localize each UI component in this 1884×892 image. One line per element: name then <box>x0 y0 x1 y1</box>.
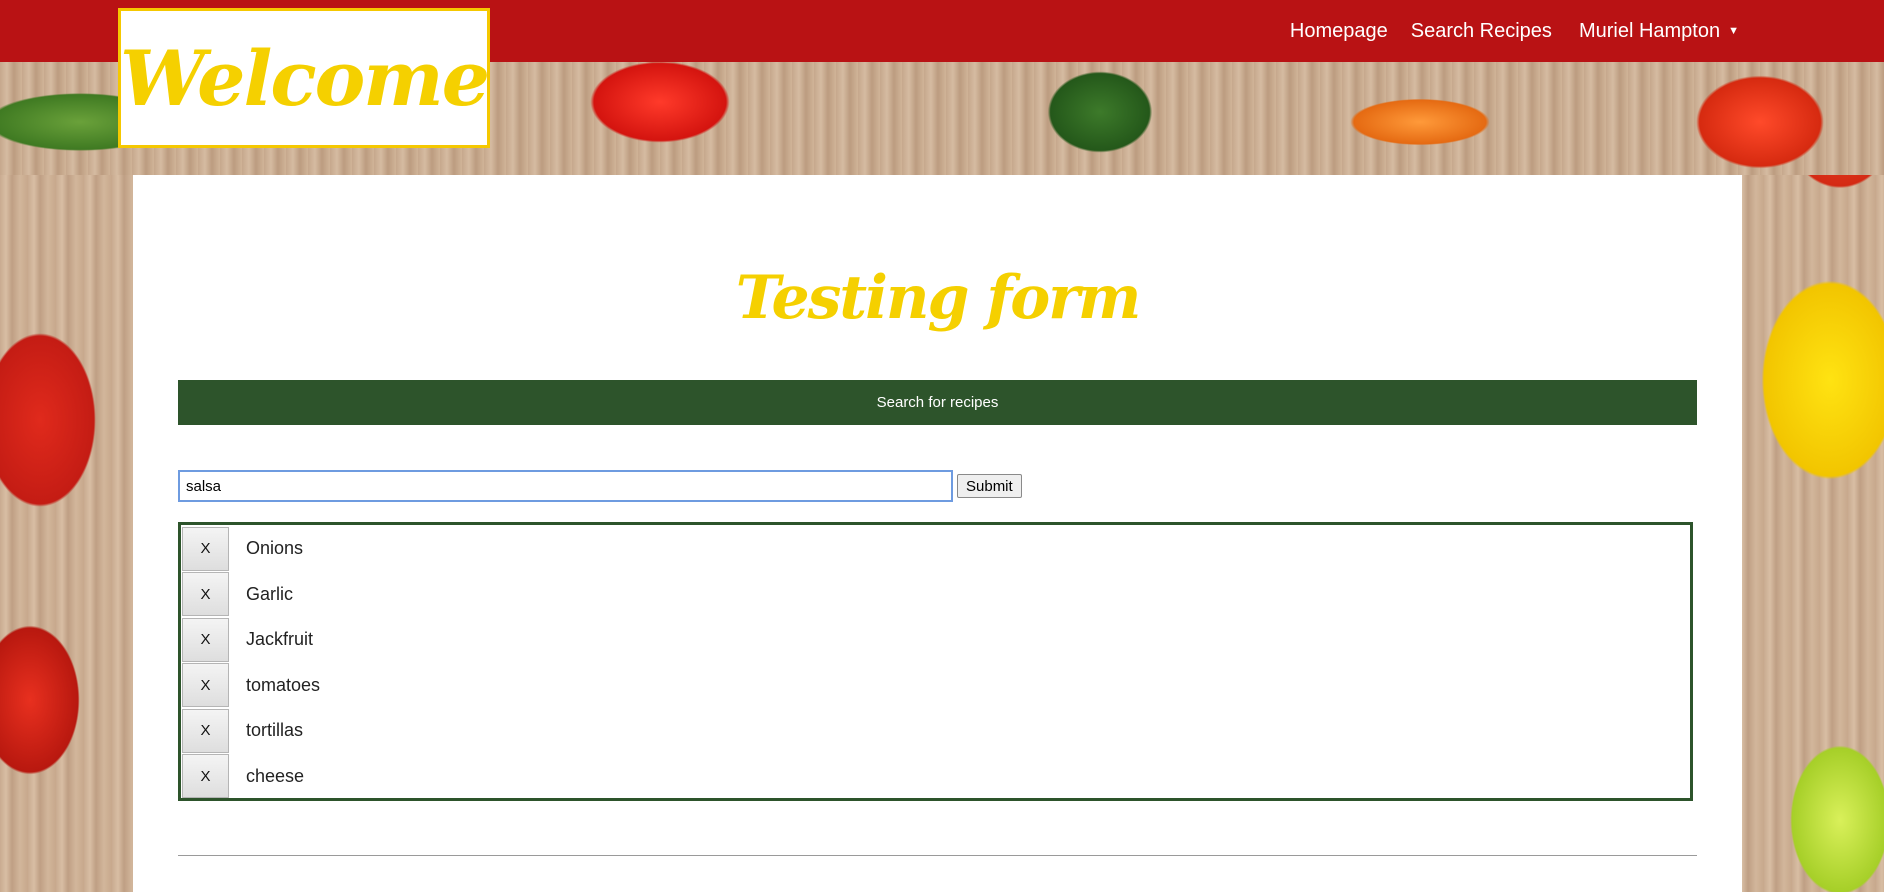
ingredient-name: cheese <box>246 765 305 786</box>
ingredient-list: X Onions X Garlic X Jackfruit X tomatoes… <box>178 522 1693 801</box>
remove-ingredient-button[interactable]: X <box>182 572 229 617</box>
nav-homepage-link[interactable]: Homepage <box>1290 20 1388 43</box>
remove-ingredient-button[interactable]: X <box>182 663 229 708</box>
main-content-card: Testing form Search for recipes Submit X… <box>133 175 1742 892</box>
ingredient-item: X Garlic <box>182 572 1690 618</box>
remove-ingredient-button[interactable]: X <box>182 708 229 753</box>
logo[interactable]: Welcome <box>118 8 490 148</box>
search-form: Submit <box>178 470 1022 502</box>
ingredient-name: Jackfruit <box>246 629 314 650</box>
nav-search-recipes-link[interactable]: Search Recipes <box>1411 20 1552 43</box>
user-name: Muriel Hampton <box>1578 19 1721 42</box>
ingredient-name: Onions <box>246 538 304 559</box>
user-menu[interactable]: Muriel Hampton ▼ <box>1579 20 1739 43</box>
divider <box>178 855 1697 856</box>
page-title: Testing form <box>735 263 1142 333</box>
remove-ingredient-button[interactable]: X <box>182 617 229 662</box>
ingredient-item: X Onions <box>182 526 1690 572</box>
ingredient-name: tomatoes <box>246 674 321 695</box>
ingredient-name: tortillas <box>246 720 304 741</box>
ingredient-item: X tomatoes <box>182 663 1690 709</box>
section-banner-label: Search for recipes <box>876 394 999 411</box>
remove-ingredient-button[interactable]: X <box>182 754 229 799</box>
nav-links: Homepage Search Recipes Muriel Hampton ▼ <box>1267 0 1739 62</box>
ingredient-item: X Jackfruit <box>182 617 1690 663</box>
search-input[interactable] <box>178 470 953 502</box>
submit-button[interactable]: Submit <box>957 474 1022 498</box>
caret-down-icon: ▼ <box>1728 25 1739 37</box>
section-banner: Search for recipes <box>178 380 1697 425</box>
ingredient-item: X cheese <box>182 754 1690 800</box>
logo-text: Welcome <box>119 33 490 123</box>
ingredient-name: Garlic <box>246 583 294 604</box>
remove-ingredient-button[interactable]: X <box>182 526 229 571</box>
ingredient-item: X tortillas <box>182 708 1690 754</box>
